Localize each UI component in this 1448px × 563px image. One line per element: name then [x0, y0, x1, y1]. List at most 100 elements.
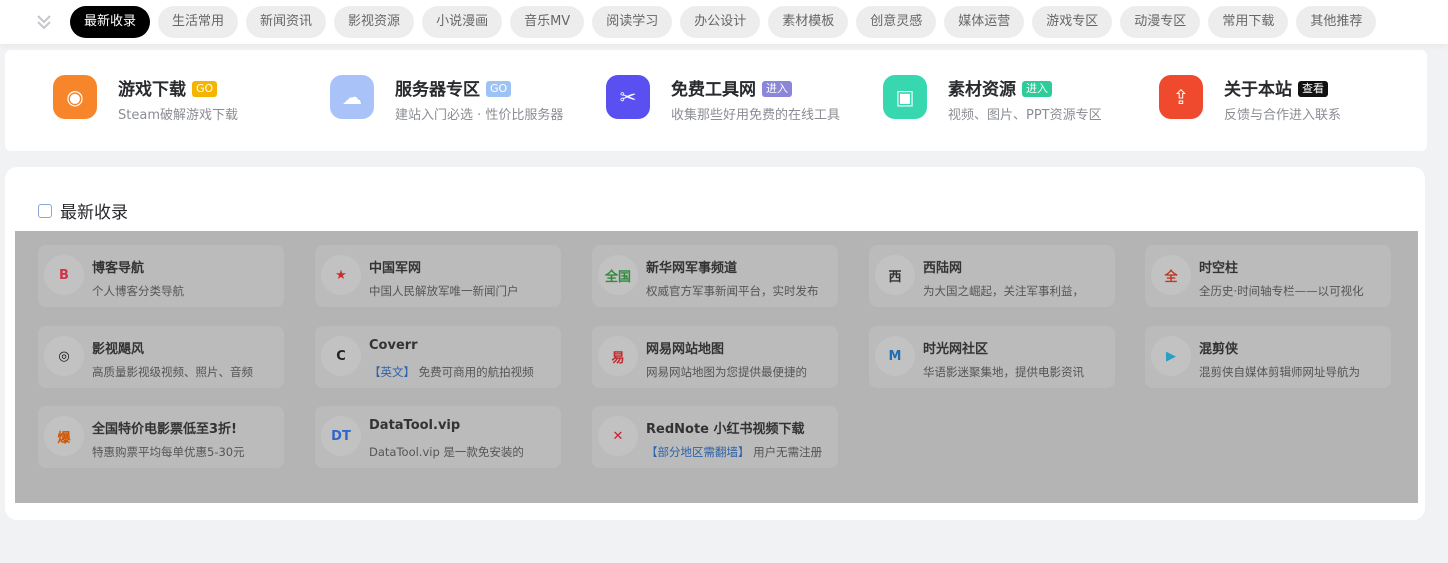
featured-title: 免费工具网 进入: [671, 75, 792, 100]
site-card[interactable]: 爆全国特价电影票低至3折! 特惠购票平均每单优惠5-30元: [38, 406, 284, 468]
featured-links: ◉ 游戏下载 GO Steam破解游戏下载 ☁ 服务器专区 GO 建站入门必选 · 性价比服务…: [5, 50, 1427, 151]
site-desc: 中国人民解放军唯一新闻门户: [369, 283, 555, 299]
site-desc: 为大国之崛起，关注军事利益，: [923, 283, 1109, 299]
site-desc-text: DataTool.vip 是一款免安装的: [369, 445, 524, 459]
featured-badge: 查看: [1298, 81, 1328, 97]
tab-1[interactable]: 生活常用: [158, 6, 239, 38]
mtime-logo-icon: M: [875, 336, 915, 376]
site-desc-text: 权威官方军事新闻平台，实时发布: [646, 284, 819, 298]
tab-4[interactable]: 小说漫画: [422, 6, 503, 38]
tab-5[interactable]: 音乐MV: [510, 6, 585, 38]
site-title: 新华网军事频道: [646, 261, 738, 276]
tab-6[interactable]: 阅读学习: [592, 6, 673, 38]
featured-item-0[interactable]: ◉ 游戏下载 GO Steam破解游戏下载: [53, 75, 323, 127]
top-category-bar: 最新收录 生活常用 新闻资讯 影视资源 小说漫画 音乐MV 阅读学习 办公设计 素材模板 创意灵感…: [0, 0, 1448, 44]
tab-3[interactable]: 影视资源: [334, 6, 415, 38]
xinhua-logo-icon: 全国: [598, 255, 638, 295]
featured-desc: 建站入门必选 · 性价比服务器: [395, 108, 564, 123]
featured-item-1[interactable]: ☁ 服务器专区 GO 建站入门必选 · 性价比服务器: [330, 75, 600, 127]
site-card[interactable]: M 时光网社区华语影迷聚集地，提供电影资讯: [869, 326, 1115, 388]
site-title: 混剪侠: [1199, 342, 1239, 357]
site-title: Coverr: [369, 338, 418, 353]
site-card[interactable]: DT DataTool.vip DataTool.vip 是一款免安装的: [315, 406, 561, 468]
section-title: 最新收录: [60, 203, 128, 223]
tab-0[interactable]: 最新收录: [70, 6, 151, 38]
tab-11[interactable]: 游戏专区: [1032, 6, 1113, 38]
share-icon: ⇪: [1159, 75, 1203, 119]
featured-title-text: 游戏下载: [118, 80, 186, 100]
site-desc: 【英文】 免费可商用的航拍视频: [369, 364, 555, 380]
gamepad-icon: ◉: [53, 75, 97, 119]
featured-title: 关于本站 查看: [1224, 75, 1328, 100]
site-title: 网易网站地图: [646, 342, 725, 357]
site-desc-text: 高质量影视级视频、照片、音频: [92, 365, 253, 379]
site-card[interactable]: ★ 中国军网中国人民解放军唯一新闻门户: [315, 245, 561, 307]
featured-badge: GO: [192, 81, 218, 97]
site-desc: 网易网站地图为您提供最便捷的: [646, 364, 832, 380]
site-desc-text: 网易网站地图为您提供最便捷的: [646, 365, 807, 379]
site-desc: DataTool.vip 是一款免安装的: [369, 444, 555, 460]
tab-9[interactable]: 创意灵感: [856, 6, 937, 38]
site-tag: 【英文】: [369, 365, 415, 379]
double-chevron-down-icon[interactable]: [34, 12, 54, 32]
tab-10[interactable]: 媒体运营: [944, 6, 1025, 38]
site-desc-text: 免费可商用的航拍视频: [418, 365, 534, 379]
site-desc-text: 全历史·时间轴专栏——以可视化: [1199, 284, 1364, 298]
cloud-icon: ☁: [330, 75, 374, 119]
site-card[interactable]: ◎ 影视飓风 高质量影视级视频、照片、音频: [38, 326, 284, 388]
latest-section: 最新收录 B 博客导航个人博客分类导航 ★ 中国军网中国人民解放军唯一新闻门户 全国 新华…: [5, 167, 1425, 520]
tab-13[interactable]: 常用下载: [1208, 6, 1289, 38]
site-desc: 个人博客分类导航: [92, 283, 278, 299]
site-title: 中国军网: [369, 261, 422, 276]
netease-logo-icon: 易: [598, 336, 638, 376]
datatool-logo-icon: DT: [321, 416, 361, 456]
site-desc-text: 个人博客分类导航: [92, 284, 184, 298]
site-title: 西陆网: [923, 261, 963, 276]
site-desc: 特惠购票平均每单优惠5-30元: [92, 444, 278, 460]
tab-2[interactable]: 新闻资讯: [246, 6, 327, 38]
site-card[interactable]: C Coverr 【英文】 免费可商用的航拍视频: [315, 326, 561, 388]
site-card[interactable]: B 博客导航个人博客分类导航: [38, 245, 284, 307]
coverr-logo-icon: C: [321, 336, 361, 376]
site-title: 博客导航: [92, 261, 145, 276]
featured-title-text: 免费工具网: [671, 80, 756, 100]
loading-overlay: B 博客导航个人博客分类导航 ★ 中国军网中国人民解放军唯一新闻门户 全国 新华网军事频道…: [15, 231, 1418, 503]
tab-7[interactable]: 办公设计: [680, 6, 761, 38]
site-desc: 华语影迷聚集地，提供电影资讯: [923, 364, 1109, 380]
site-desc-text: 为大国之崛起，关注军事利益，: [923, 284, 1084, 298]
tab-12[interactable]: 动漫专区: [1120, 6, 1201, 38]
popcorn-logo-icon: 爆: [44, 416, 84, 456]
site-title: 影视飓风: [92, 342, 145, 357]
featured-title: 素材资源 进入: [948, 75, 1052, 100]
site-card[interactable]: 易网易网站地图网易网站地图为您提供最便捷的: [592, 326, 838, 388]
featured-item-3[interactable]: ▣ 素材资源 进入视频、图片、PPT资源专区: [883, 75, 1153, 127]
army-logo-icon: ★: [321, 255, 361, 295]
featured-item-2[interactable]: ✂ 免费工具网 进入收集那些好用免费的在线工具: [606, 75, 876, 127]
featured-desc: 视频、图片、PPT资源专区: [948, 108, 1102, 123]
site-card[interactable]: 全国 新华网军事频道权威官方军事新闻平台，实时发布: [592, 245, 838, 307]
site-card[interactable]: 全时空柱 全历史·时间轴专栏——以可视化: [1145, 245, 1391, 307]
site-card[interactable]: 西西陆网 为大国之崛起，关注军事利益，: [869, 245, 1115, 307]
featured-title: 游戏下载 GO: [118, 75, 218, 100]
featured-desc: 收集那些好用免费的在线工具: [671, 108, 841, 123]
site-title: 时光网社区: [923, 342, 989, 357]
category-tabs: 最新收录 生活常用 新闻资讯 影视资源 小说漫画 音乐MV 阅读学习 办公设计 素材模板 创意灵感…: [70, 6, 1377, 38]
site-desc: 高质量影视级视频、照片、音频: [92, 364, 278, 380]
rednote-logo-icon: ✕: [598, 416, 638, 456]
site-desc-text: 中国人民解放军唯一新闻门户: [369, 284, 519, 298]
featured-badge: 进入: [1022, 81, 1052, 97]
site-card[interactable]: ✕ RedNote 小红书视频下载 【部分地区需翻墙】 用户无需注册: [592, 406, 838, 468]
tab-8[interactable]: 素材模板: [768, 6, 849, 38]
featured-desc: Steam破解游戏下载: [118, 108, 238, 123]
featured-item-4[interactable]: ⇪ 关于本站 查看 反馈与合作进入联系: [1159, 75, 1429, 127]
tools-icon: ✂: [606, 75, 650, 119]
featured-title-text: 素材资源: [948, 80, 1016, 100]
site-desc-text: 华语影迷聚集地，提供电影资讯: [923, 365, 1084, 379]
folder-icon: [38, 203, 52, 218]
site-desc: 权威官方军事新闻平台，实时发布: [646, 283, 832, 299]
play-logo-icon: ▶: [1151, 336, 1191, 376]
media-icon: ▣: [883, 75, 927, 119]
blog-logo-icon: B: [44, 255, 84, 295]
tab-14[interactable]: 其他推荐: [1296, 6, 1377, 38]
site-card[interactable]: ▶ 混剪侠 混剪侠自媒体剪辑师网址导航为: [1145, 326, 1391, 388]
